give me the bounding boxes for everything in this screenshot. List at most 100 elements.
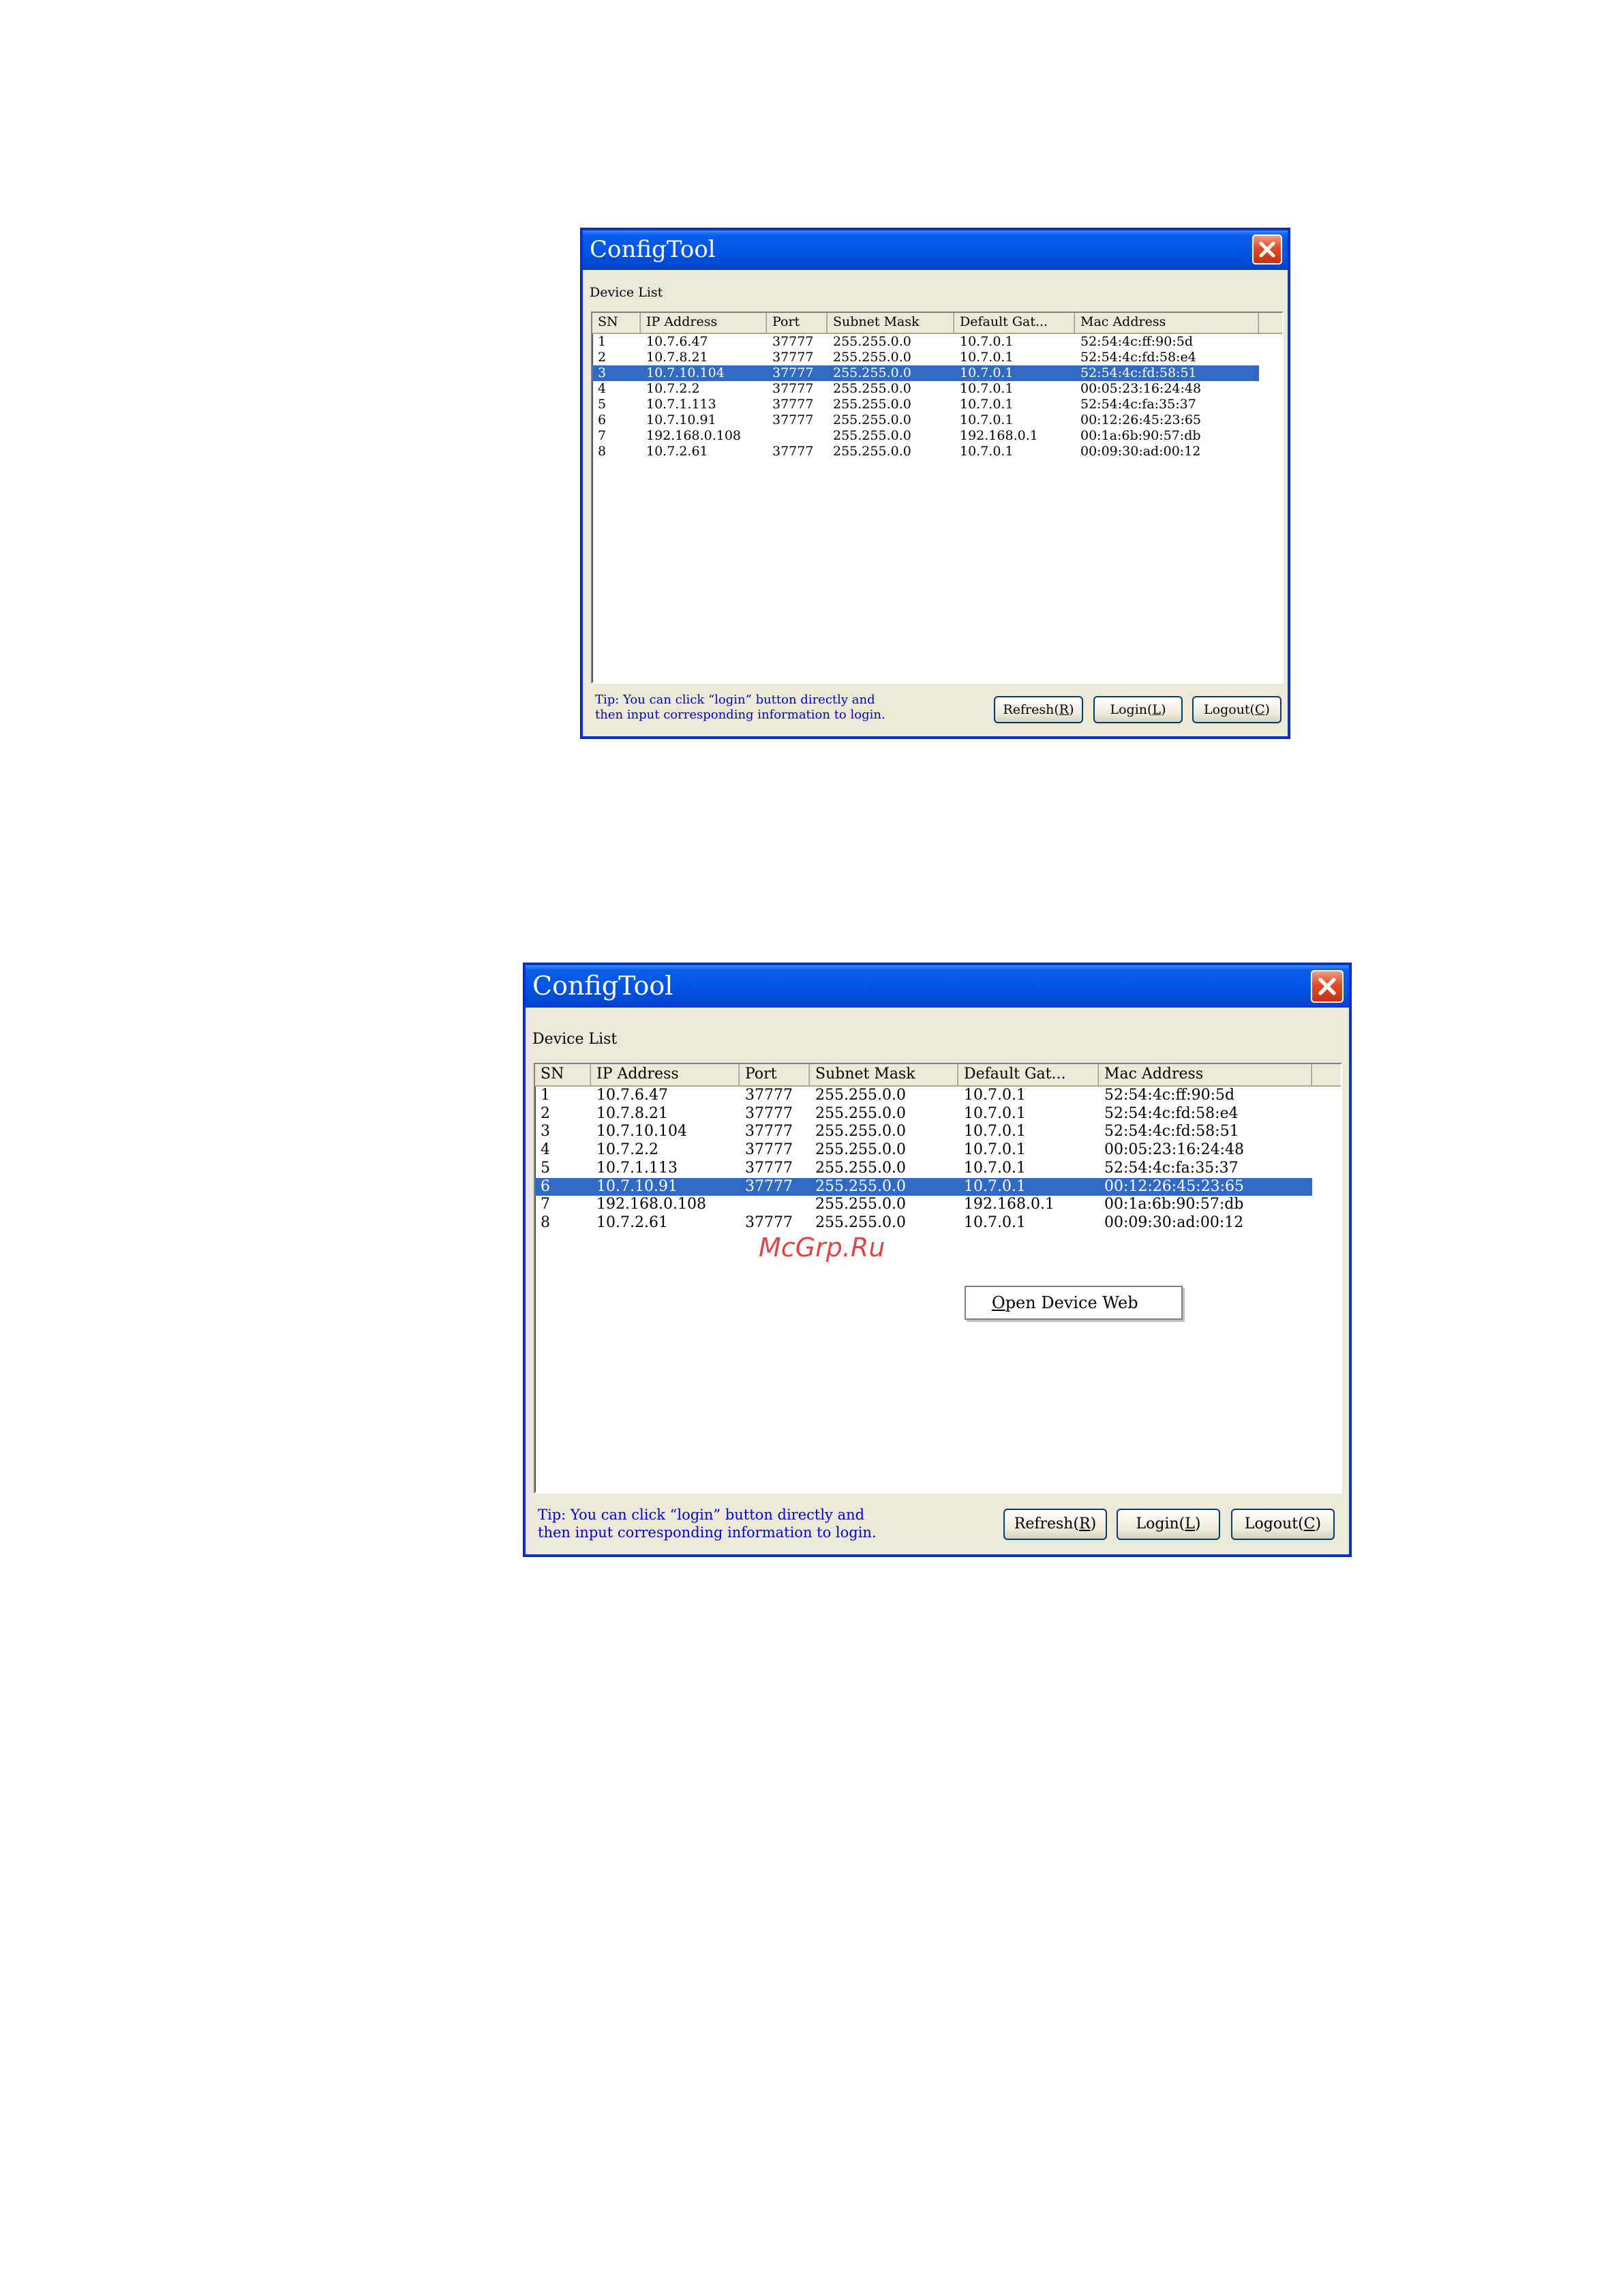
column-header-subnet-mask[interactable]: Subnet Mask <box>810 1064 958 1085</box>
cell-port: 37777 <box>772 412 814 427</box>
cell-subnet-mask: 255.255.0.0 <box>833 444 911 459</box>
cell-ip-address: 10.7.2.2 <box>596 1141 658 1159</box>
cell-subnet-mask: 255.255.0.0 <box>815 1141 906 1159</box>
login-button-label: Login( <box>1110 702 1153 717</box>
cell-default-gateway: 10.7.0.1 <box>964 1177 1026 1195</box>
column-header-sn[interactable]: SN <box>592 313 641 333</box>
cell-sn: 6 <box>541 1177 550 1195</box>
cell-subnet-mask: 255.255.0.0 <box>815 1104 906 1122</box>
login-button-suffix: ) <box>1194 1515 1201 1532</box>
cell-ip-address: 10.7.10.91 <box>596 1177 678 1195</box>
table-row[interactable]: 2 10.7.8.21 37777 255.255.0.0 10.7.0.1 52:54:… <box>535 1105 1312 1123</box>
table-row[interactable]: 6 10.7.10.91 37777 255.255.0.0 10.7.0.1 00:12… <box>535 1177 1312 1196</box>
refresh-button[interactable]: Refresh(R) <box>994 696 1083 723</box>
cell-port: 37777 <box>745 1159 793 1177</box>
context-menu-item-open-device-web[interactable]: Open Device Web <box>992 1293 1138 1312</box>
table-row[interactable]: 8 10.7.2.61 37777 255.255.0.0 10.7.0.1 00:09:… <box>592 444 1259 459</box>
cell-mac-address: 00:05:23:16:24:48 <box>1080 381 1202 396</box>
cell-default-gateway: 10.7.0.1 <box>960 350 1014 365</box>
cell-ip-address: 10.7.6.47 <box>646 334 708 349</box>
cell-mac-address: 00:1a:6b:90:57:db <box>1080 428 1201 443</box>
cell-sn: 1 <box>598 334 607 349</box>
column-header-default-gateway[interactable]: Default Gat... <box>954 313 1075 333</box>
login-button-label: Login( <box>1136 1515 1185 1532</box>
table-row[interactable]: 1 10.7.6.47 37777 255.255.0.0 10.7.0.1 52:54:… <box>592 334 1259 350</box>
cell-mac-address: 00:09:30:ad:00:12 <box>1080 444 1201 459</box>
column-header-default-gateway[interactable]: Default Gat... <box>958 1064 1099 1085</box>
table-row[interactable]: 4 10.7.2.2 37777 255.255.0.0 10.7.0.1 00:05:2… <box>592 381 1259 397</box>
tip-line-1: Tip: You can click “login” button direct… <box>538 1507 865 1523</box>
refresh-button-label: Refresh( <box>1014 1515 1080 1532</box>
cell-sn: 3 <box>541 1123 550 1141</box>
cell-port: 37777 <box>745 1141 793 1159</box>
table-row[interactable]: 6 10.7.10.91 37777 255.255.0.0 10.7.0.1 00:12… <box>592 412 1259 428</box>
column-header-port[interactable]: Port <box>767 313 828 333</box>
login-button[interactable]: Login(L) <box>1117 1509 1220 1540</box>
window-title: ConfigTool <box>532 971 673 1001</box>
refresh-button[interactable]: Refresh(R) <box>1003 1509 1107 1540</box>
refresh-button-label: Refresh( <box>1003 702 1059 717</box>
cell-sn: 2 <box>598 350 607 365</box>
cell-mac-address: 00:1a:6b:90:57:db <box>1104 1196 1244 1213</box>
close-icon <box>1318 978 1336 995</box>
column-header-sn[interactable]: SN <box>535 1064 591 1085</box>
cell-mac-address: 52:54:4c:fd:58:e4 <box>1104 1104 1239 1122</box>
table-row[interactable]: 8 10.7.2.61 37777 255.255.0.0 10.7.0.1 00:09:… <box>535 1214 1312 1233</box>
cell-subnet-mask: 255.255.0.0 <box>833 397 911 412</box>
logout-button[interactable]: Logout(C) <box>1231 1509 1335 1540</box>
column-header-row: SN IP Address Port Subnet Mask Default G… <box>535 1064 1341 1087</box>
cell-default-gateway: 10.7.0.1 <box>960 412 1014 427</box>
login-button[interactable]: Login(L) <box>1093 696 1183 723</box>
cell-mac-address: 52:54:4c:fd:58:51 <box>1080 365 1197 380</box>
column-header-ip-address[interactable]: IP Address <box>591 1064 740 1085</box>
table-row[interactable]: 7 192.168.0.108 255.255.0.0 192.168.0.1 00:1… <box>535 1196 1312 1214</box>
cell-sn: 1 <box>541 1087 550 1104</box>
column-header-ip-address[interactable]: IP Address <box>641 313 767 333</box>
cell-sn: 7 <box>541 1196 550 1213</box>
table-row[interactable]: 3 10.7.10.104 37777 255.255.0.0 10.7.0.1 52:5… <box>592 365 1259 381</box>
tip-line-2: then input corresponding information to … <box>595 708 885 722</box>
cell-subnet-mask: 255.255.0.0 <box>815 1213 906 1231</box>
cell-default-gateway: 10.7.0.1 <box>960 444 1014 459</box>
cell-default-gateway: 10.7.0.1 <box>960 334 1014 349</box>
cell-port <box>767 428 828 444</box>
device-list-label: Device List <box>532 1031 618 1048</box>
table-row[interactable]: 3 10.7.10.104 37777 255.255.0.0 10.7.0.1 52:5… <box>535 1123 1312 1141</box>
column-header-mac-address[interactable]: Mac Address <box>1099 1064 1312 1085</box>
column-header-port[interactable]: Port <box>740 1064 810 1085</box>
cell-port: 37777 <box>772 381 814 396</box>
login-button-accesskey: L <box>1152 702 1162 717</box>
cell-sn: 4 <box>598 381 607 396</box>
close-button[interactable] <box>1311 970 1344 1003</box>
cell-ip-address: 10.7.2.61 <box>596 1213 668 1231</box>
cell-port: 37777 <box>745 1123 793 1141</box>
table-row[interactable]: 7 192.168.0.108 255.255.0.0 192.168.0.1 00:1… <box>592 428 1259 444</box>
table-row[interactable]: 5 10.7.1.113 37777 255.255.0.0 10.7.0.1 52:54… <box>535 1160 1312 1178</box>
table-row[interactable]: 2 10.7.8.21 37777 255.255.0.0 10.7.0.1 52:54:… <box>592 350 1259 365</box>
device-list[interactable]: SN IP Address Port Subnet Mask Default G… <box>534 1063 1342 1494</box>
cell-default-gateway: 10.7.0.1 <box>964 1104 1026 1122</box>
title-bar[interactable]: ConfigTool <box>526 965 1349 1008</box>
refresh-button-accesskey: R <box>1079 1515 1091 1532</box>
logout-button-suffix: ) <box>1264 702 1270 717</box>
cell-port: 37777 <box>772 334 814 349</box>
column-header-subnet-mask[interactable]: Subnet Mask <box>828 313 954 333</box>
cell-mac-address: 00:09:30:ad:00:12 <box>1104 1213 1244 1231</box>
table-row[interactable]: 1 10.7.6.47 37777 255.255.0.0 10.7.0.1 52:54:… <box>535 1087 1312 1105</box>
cell-default-gateway: 10.7.0.1 <box>964 1141 1026 1159</box>
refresh-button-accesskey: R <box>1059 702 1070 717</box>
column-header-row: SN IP Address Port Subnet Mask Default G… <box>592 313 1282 334</box>
column-header-mac-address[interactable]: Mac Address <box>1075 313 1259 333</box>
logout-button[interactable]: Logout(C) <box>1192 696 1281 723</box>
table-row[interactable]: 5 10.7.1.113 37777 255.255.0.0 10.7.0.1 52:54… <box>592 397 1259 412</box>
close-button[interactable] <box>1252 235 1282 265</box>
window-title: ConfigTool <box>590 236 716 263</box>
table-row[interactable]: 4 10.7.2.2 37777 255.255.0.0 10.7.0.1 00:05:2… <box>535 1141 1312 1160</box>
cell-sn: 4 <box>541 1141 550 1159</box>
cell-subnet-mask: 255.255.0.0 <box>815 1123 906 1141</box>
cell-mac-address: 52:54:4c:fa:35:37 <box>1080 397 1196 412</box>
cell-sn: 6 <box>598 412 607 427</box>
title-bar[interactable]: ConfigTool <box>583 230 1288 270</box>
cell-sn: 3 <box>598 365 607 380</box>
device-list[interactable]: SN IP Address Port Subnet Mask Default G… <box>591 312 1284 684</box>
